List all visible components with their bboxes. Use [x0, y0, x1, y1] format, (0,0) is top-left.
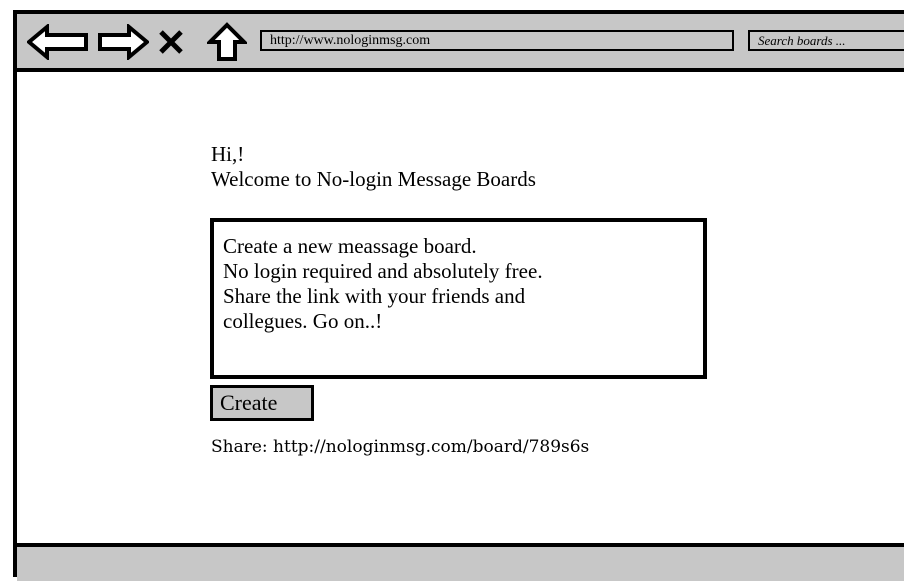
forward-arrow-icon[interactable]: [97, 24, 149, 60]
browser-window: http://www.nologinmsg.com Search boards …: [13, 10, 904, 581]
create-button[interactable]: Create: [210, 385, 314, 421]
info-line: No login required and absolutely free.: [223, 259, 543, 283]
welcome-heading: Welcome to No-login Message Boards: [211, 167, 536, 191]
close-icon[interactable]: [157, 28, 185, 64]
info-box: Create a new meassage board. No login re…: [210, 218, 707, 379]
info-line: Create a new meassage board.: [223, 234, 477, 258]
info-line: Share the link with your friends and: [223, 284, 526, 308]
share-link[interactable]: Share: http://nologinmsg.com/board/789s6…: [211, 435, 589, 459]
info-line: collegues. Go on..!: [223, 309, 383, 333]
home-up-icon[interactable]: [207, 22, 247, 61]
back-arrow-icon[interactable]: [27, 24, 89, 60]
url-input[interactable]: http://www.nologinmsg.com: [260, 30, 734, 51]
browser-toolbar: http://www.nologinmsg.com Search boards …: [17, 14, 904, 72]
greeting-text: Hi,!: [211, 142, 245, 166]
search-input[interactable]: Search boards ...: [748, 30, 904, 51]
page-content: Hi,! Welcome to No-login Message Boards …: [17, 72, 904, 543]
status-bar: [17, 543, 904, 581]
